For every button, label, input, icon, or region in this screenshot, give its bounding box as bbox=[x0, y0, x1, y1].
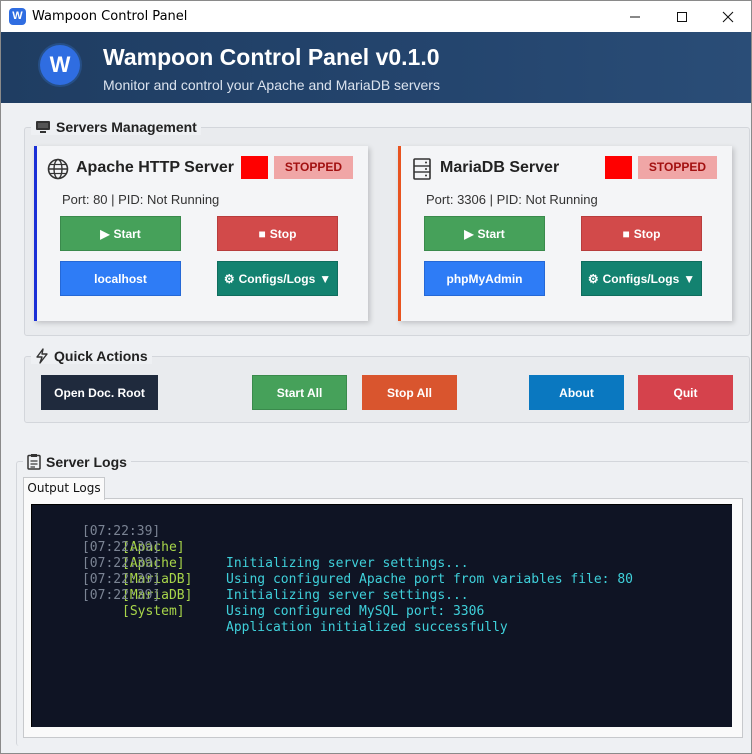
mariadb-status-badge: STOPPED bbox=[638, 156, 717, 179]
log-entry: [07:22:39] [MariaDB] Initializing server… bbox=[35, 540, 469, 603]
monitor-icon bbox=[36, 121, 50, 133]
header-subtitle: Monitor and control your Apache and Mari… bbox=[103, 77, 440, 93]
apache-accent-bar bbox=[34, 146, 37, 321]
stop-icon: ■ bbox=[258, 226, 266, 241]
log-message: Using configured Apache port from variab… bbox=[226, 572, 633, 587]
apache-start-label: Start bbox=[113, 226, 141, 241]
lightning-icon bbox=[36, 348, 48, 364]
mariadb-configs-label: Configs/Logs bbox=[602, 271, 680, 286]
log-output-console[interactable]: [07:22:39] [Apache] Initializing server … bbox=[31, 504, 732, 727]
apache-server-card: Apache HTTP Server STOPPED Port: 80 | PI… bbox=[34, 146, 368, 321]
apache-localhost-label: localhost bbox=[94, 271, 147, 286]
database-server-icon bbox=[413, 158, 431, 180]
stop-all-button[interactable]: Stop All bbox=[362, 375, 457, 410]
close-icon bbox=[722, 11, 734, 22]
apache-start-button[interactable]: ▶ Start bbox=[60, 216, 181, 251]
title-bar[interactable]: W Wampoon Control Panel bbox=[1, 1, 751, 32]
mariadb-server-name: MariaDB Server bbox=[440, 159, 560, 176]
mariadb-port-pid: Port: 3306 | PID: Not Running bbox=[426, 192, 598, 207]
start-all-button[interactable]: Start All bbox=[252, 375, 347, 410]
log-message: Using configured MySQL port: 3306 bbox=[226, 604, 485, 619]
log-timestamp: [07:22:39] bbox=[81, 588, 161, 603]
log-entry: [07:22:39] [Apache] Using configured Apa… bbox=[35, 524, 633, 587]
mariadb-stop-button[interactable]: ■ Stop bbox=[581, 216, 702, 251]
mariadb-phpmyadmin-label: phpMyAdmin bbox=[446, 271, 523, 286]
play-icon: ▶ bbox=[464, 226, 474, 241]
apache-status-badge: STOPPED bbox=[274, 156, 353, 179]
log-message: Application initialized successfully bbox=[226, 620, 508, 635]
apache-port-pid: Port: 80 | PID: Not Running bbox=[62, 192, 220, 207]
server-logs-title: Server Logs bbox=[23, 453, 131, 470]
log-entry: [07:22:39] [System] Application initiali… bbox=[35, 572, 508, 635]
mariadb-start-button[interactable]: ▶ Start bbox=[424, 216, 545, 251]
apache-localhost-button[interactable]: localhost bbox=[60, 261, 181, 296]
play-icon: ▶ bbox=[100, 226, 110, 241]
about-button[interactable]: About bbox=[529, 375, 624, 410]
quick-actions-label: Quick Actions bbox=[54, 348, 148, 364]
mariadb-phpmyadmin-button[interactable]: phpMyAdmin bbox=[424, 261, 545, 296]
apache-stop-label: Stop bbox=[269, 226, 297, 241]
apache-configs-label: Configs/Logs bbox=[238, 271, 316, 286]
apache-server-name: Apache HTTP Server bbox=[76, 159, 234, 176]
dropdown-arrow-icon: ▼ bbox=[319, 271, 332, 286]
mariadb-server-card: MariaDB Server STOPPED Port: 3306 | PID:… bbox=[398, 146, 732, 321]
open-doc-root-button[interactable]: Open Doc. Root bbox=[41, 375, 158, 410]
quick-actions-title: Quick Actions bbox=[31, 348, 152, 364]
log-entry: [07:22:39] [Apache] Initializing server … bbox=[35, 508, 469, 571]
open-doc-root-label: Open Doc. Root bbox=[54, 385, 145, 400]
stop-icon: ■ bbox=[622, 226, 630, 241]
mariadb-stop-label: Stop bbox=[633, 226, 661, 241]
start-all-label: Start All bbox=[276, 385, 323, 400]
header-title: Wampoon Control Panel v0.1.0 bbox=[103, 44, 440, 70]
log-entry: [07:22:39] [MariaDB] Using configured My… bbox=[35, 556, 484, 619]
app-window: W Wampoon Control Panel W Wampoon Contro… bbox=[0, 0, 752, 754]
servers-management-label: Servers Management bbox=[56, 119, 197, 135]
globe-icon bbox=[47, 158, 69, 180]
quit-button[interactable]: Quit bbox=[638, 375, 733, 410]
log-message: Initializing server settings... bbox=[226, 556, 469, 571]
gear-icon: ⚙ bbox=[223, 271, 235, 286]
about-label: About bbox=[559, 385, 594, 400]
clipboard-icon bbox=[27, 454, 41, 470]
apache-status-indicator bbox=[241, 156, 268, 179]
close-button[interactable] bbox=[705, 1, 751, 32]
app-logo: W bbox=[40, 45, 80, 85]
dropdown-arrow-icon: ▼ bbox=[683, 271, 696, 286]
maximize-icon bbox=[677, 11, 687, 22]
minimize-button[interactable] bbox=[612, 1, 658, 32]
minimize-icon bbox=[630, 16, 640, 17]
quit-label: Quit bbox=[673, 385, 698, 400]
mariadb-configs-logs-button[interactable]: ⚙ Configs/Logs ▼ bbox=[581, 261, 702, 296]
stop-all-label: Stop All bbox=[387, 385, 432, 400]
apache-stop-button[interactable]: ■ Stop bbox=[217, 216, 338, 251]
apache-configs-logs-button[interactable]: ⚙ Configs/Logs ▼ bbox=[217, 261, 338, 296]
maximize-button[interactable] bbox=[659, 1, 705, 32]
mariadb-start-label: Start bbox=[477, 226, 505, 241]
log-source-tag: [System] bbox=[122, 604, 185, 619]
gear-icon: ⚙ bbox=[587, 271, 599, 286]
mariadb-status-indicator bbox=[605, 156, 632, 179]
log-message: Initializing server settings... bbox=[226, 588, 469, 603]
server-logs-label: Server Logs bbox=[46, 453, 127, 470]
mariadb-accent-bar bbox=[398, 146, 401, 321]
tab-output-logs[interactable]: Output Logs bbox=[23, 477, 105, 500]
header-banner: W Wampoon Control Panel v0.1.0 Monitor a… bbox=[1, 32, 751, 103]
app-logo-icon: W bbox=[9, 8, 26, 25]
servers-management-title: Servers Management bbox=[31, 119, 201, 135]
window-title: Wampoon Control Panel bbox=[32, 9, 188, 24]
